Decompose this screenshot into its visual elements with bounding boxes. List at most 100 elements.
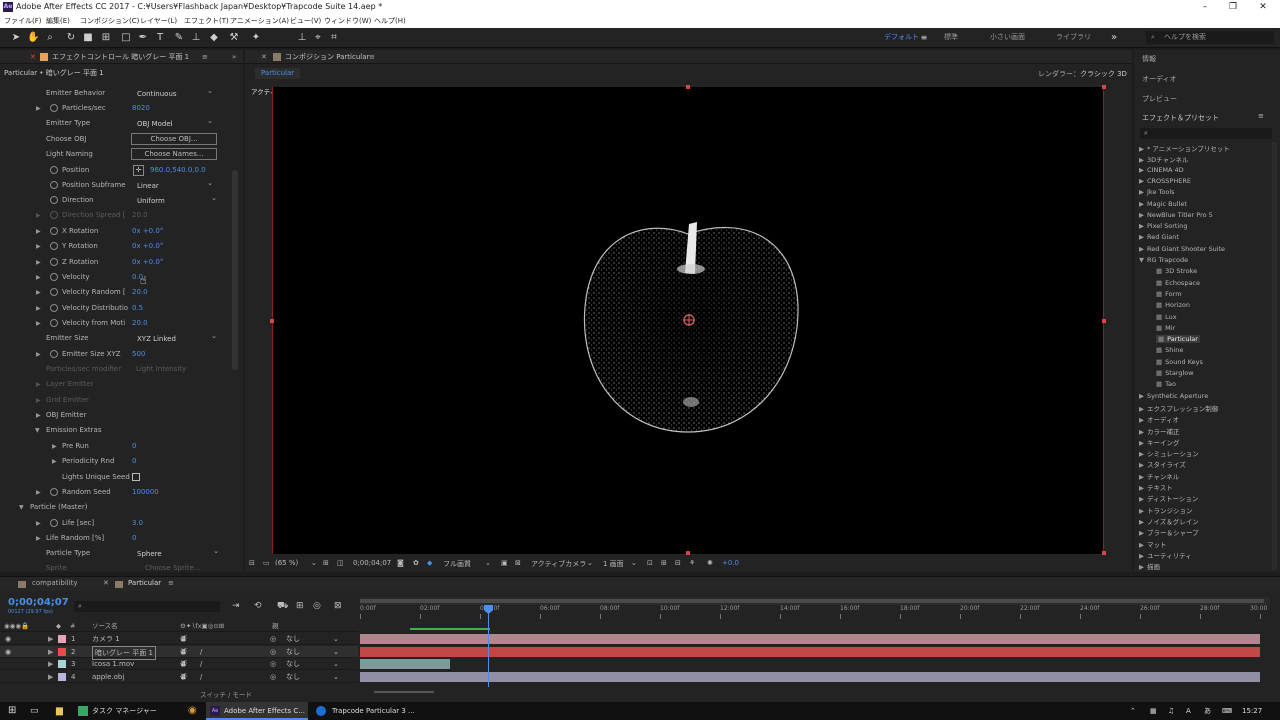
toggle-pixel-icon[interactable]: ⊡ <box>647 559 653 567</box>
layer-handle[interactable] <box>1102 319 1106 323</box>
panel-menu-icon[interactable]: ≡ <box>369 50 375 64</box>
effects-search-input[interactable]: ⌕ <box>1140 128 1272 139</box>
effect-controls-tab[interactable]: ✕ エフェクトコントロール 暗いグレー 平面 1 ≡ » <box>0 50 243 64</box>
layer-handle[interactable] <box>270 319 274 323</box>
expand-triangle-icon[interactable]: ▶ <box>48 671 53 683</box>
workspace-default[interactable]: デフォルト <box>884 32 919 42</box>
taskbar-item-after-effects[interactable]: Ae Adobe After Effects C... <box>206 702 308 720</box>
snapshot-icon[interactable]: ⊟ <box>249 559 255 567</box>
direction-dropdown[interactable]: Uniform <box>132 193 222 206</box>
effect-category-item[interactable]: ▶ テキスト <box>1139 482 1173 492</box>
layer-name[interactable]: Icosa 1.mov <box>92 658 134 670</box>
roto-brush-tool-icon[interactable]: ⚒ <box>228 32 240 44</box>
clone-stamp-tool-icon[interactable]: ⊥ <box>190 32 202 44</box>
group-particle-master[interactable]: ▼ Particle (Master) <box>0 501 230 514</box>
effect-category-item[interactable]: ▶ Pixel Sorting <box>1139 222 1187 230</box>
minimize-icon[interactable]: – <box>1190 0 1220 14</box>
effect-category-item[interactable]: ▶ CROSSPHERE <box>1139 177 1191 185</box>
effect-preset-item[interactable]: ▦ Form <box>1156 290 1182 298</box>
effect-preset-item[interactable]: ▦ 3D Stroke <box>1156 267 1197 275</box>
menu-window[interactable]: ウィンドウ(W) <box>324 14 371 28</box>
zoom-tool-icon[interactable]: ⌕ <box>44 32 56 44</box>
label-color-icon[interactable] <box>58 647 66 656</box>
comp-sub-tab[interactable]: Particular <box>255 68 301 79</box>
renderer-button[interactable]: クラシック 3D <box>1080 69 1127 79</box>
close-tab-icon[interactable]: ✕ <box>30 50 36 64</box>
close-tab-icon[interactable]: ✕ <box>261 50 267 64</box>
eye-icon[interactable]: ◉ <box>5 646 11 658</box>
time-ruler[interactable]: 0:00f02:00f04:00f06:00f08:00f10:00f12:00… <box>360 605 1270 619</box>
reset-exposure-icon[interactable]: ✺ <box>707 559 713 567</box>
layer-name[interactable]: apple.obj <box>92 671 124 683</box>
effect-category-item[interactable]: ▶ トランジション <box>1139 505 1193 515</box>
effect-category-item[interactable]: ▶ エクスプレッション制御 <box>1139 403 1218 413</box>
shy-icon[interactable]: ⛟ <box>277 601 288 612</box>
layer-duration-bar[interactable] <box>360 671 1260 682</box>
workspace-small-screen[interactable]: 小さい画面 <box>990 32 1025 42</box>
effect-category-item[interactable]: ▶ Red Giant <box>1139 233 1179 241</box>
pickwhip-icon[interactable]: ◎ <box>270 658 276 670</box>
zoom-slider[interactable] <box>374 691 434 693</box>
file-explorer-icon[interactable]: ▆ <box>56 702 63 720</box>
timeline-search-input[interactable]: ⌕ <box>74 601 220 612</box>
composition-viewer[interactable] <box>272 87 1104 554</box>
stopwatch-icon[interactable] <box>50 242 58 250</box>
audio-panel-tab[interactable]: オーディオ <box>1142 74 1177 84</box>
expand-panel-icon[interactable]: » <box>232 50 236 64</box>
effect-preset-item[interactable]: ▦ Echospace <box>1156 279 1200 287</box>
effect-category-item[interactable]: ▼ RG Trapcode <box>1139 256 1188 264</box>
layer-handle[interactable] <box>686 551 690 555</box>
transparency-grid-icon[interactable]: ⊠ <box>515 559 521 567</box>
stopwatch-icon[interactable] <box>50 166 58 174</box>
effect-category-item[interactable]: ▶ オーディオ <box>1139 414 1179 424</box>
periodicity-rnd-value[interactable]: 0 <box>132 455 136 468</box>
layer-duration-bar[interactable] <box>360 634 1260 644</box>
tab-particular[interactable]: Particular <box>128 579 161 587</box>
tray-language-icon[interactable]: A <box>1186 702 1191 720</box>
work-area-bar[interactable] <box>360 597 1270 605</box>
layer-row[interactable]: ▶ 3 Icosa 1.mov ⛇ / ◎ なし ⌄ <box>0 658 358 670</box>
effect-category-item[interactable]: ▶ * アニメーションプリセット <box>1139 143 1230 153</box>
pickwhip-icon[interactable]: ◎ <box>270 633 276 645</box>
position-value[interactable]: 960.0,540.0,0.0 <box>150 164 206 177</box>
panel-menu-icon[interactable]: ≡ <box>1258 112 1264 120</box>
menu-edit[interactable]: 編集(E) <box>46 14 70 28</box>
hand-tool-icon[interactable]: ✋ <box>27 32 39 44</box>
shy-switch-icon[interactable]: ⛇ <box>180 646 187 658</box>
layer-row[interactable]: ◉ ▶ 1 カメラ 1 ⛇ ◎ なし ⌄ <box>0 633 358 645</box>
preview-panel-tab[interactable]: プレビュー <box>1142 94 1177 104</box>
eraser-tool-icon[interactable]: ◆ <box>208 32 220 44</box>
grid-icon[interactable]: ⊞ <box>323 559 329 567</box>
effect-category-item[interactable]: ▶ スタイライズ <box>1139 459 1186 469</box>
stopwatch-icon[interactable] <box>50 104 58 112</box>
stopwatch-icon[interactable] <box>50 181 58 189</box>
mask-icon[interactable]: ◫ <box>337 559 344 567</box>
view-axis-icon[interactable]: ⌗ <box>328 32 340 44</box>
layer-handle[interactable] <box>1102 551 1106 555</box>
effect-category-item[interactable]: ▶ シミュレーション <box>1139 448 1199 458</box>
effect-category-item[interactable]: ▶ Synthetic Aperture <box>1139 392 1208 400</box>
menu-layer[interactable]: レイヤー(L) <box>140 14 177 28</box>
velocity-distribution-value[interactable]: 0.5 <box>132 302 143 315</box>
graph-editor-icon[interactable]: ⊠ <box>334 601 342 611</box>
display-icon[interactable]: ▭ <box>263 559 270 567</box>
layer-duration-bar[interactable] <box>360 646 1260 657</box>
label-color-icon[interactable] <box>58 672 66 681</box>
flowchart-icon[interactable]: ⊟ <box>675 559 681 567</box>
effect-preset-item[interactable]: ▦ Shine <box>1156 346 1183 354</box>
type-tool-icon[interactable]: T <box>154 32 166 44</box>
effect-preset-item[interactable]: ▦ Mir <box>1156 324 1175 332</box>
position-subframe-dropdown[interactable]: Linear <box>132 178 218 191</box>
emitter-type-dropdown[interactable]: OBJ Model <box>132 116 218 129</box>
effect-category-item[interactable]: ▶ ノイズ＆グレイン <box>1139 516 1199 526</box>
effect-category-item[interactable]: ▶ キーイング <box>1139 437 1180 447</box>
parent-dropdown[interactable]: なし <box>286 633 300 645</box>
effect-category-item[interactable]: ▶ ユーティリティ <box>1139 550 1192 560</box>
choose-obj-button[interactable]: Choose OBJ... <box>131 133 217 145</box>
quality-switch-icon[interactable]: / <box>200 658 202 670</box>
tray-keyboard-icon[interactable]: ⌨ <box>1222 702 1232 720</box>
source-name-header[interactable]: ソース名 <box>92 621 118 632</box>
tray-up-icon[interactable]: ⌃ <box>1130 702 1136 720</box>
group-emission-extras[interactable]: ▼ Emission Extras <box>0 424 230 437</box>
camera-snapshot-icon[interactable]: ◙ <box>397 559 404 567</box>
